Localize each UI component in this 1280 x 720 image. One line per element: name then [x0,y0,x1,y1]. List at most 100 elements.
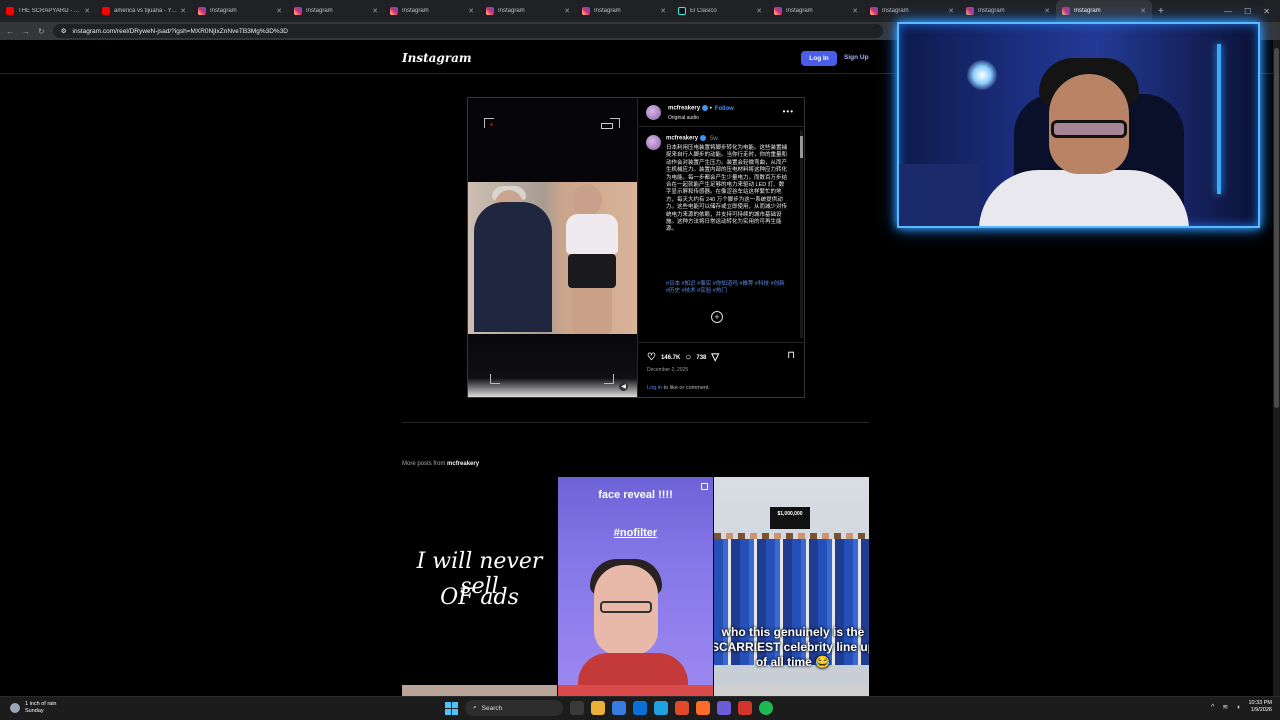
caption-author: mcfreakery 5w [666,135,718,142]
spotify-icon[interactable] [759,701,773,715]
post-thumbnail[interactable] [714,685,869,696]
close-tab-icon[interactable]: ✕ [180,7,186,15]
audio-label[interactable]: Original audio [668,115,699,121]
window-controls: — ☐ ✕ [1224,0,1280,22]
app-icon[interactable] [738,701,752,715]
thumbnail-text: OF ads [440,585,519,610]
browser-tab[interactable]: Instagram ✕ [864,0,960,22]
close-tab-icon[interactable]: ✕ [564,7,570,15]
firefox-icon[interactable] [696,701,710,715]
reload-icon[interactable]: ↻ [38,27,45,36]
viewfinder-corner [484,118,494,128]
post-thumbnail[interactable] [402,685,557,696]
screen: THE SCRAPYARD - YouTube✕ america vs tiju… [0,0,1280,720]
task-view-icon[interactable] [570,701,584,715]
instagram-icon [582,7,590,15]
file-explorer-icon[interactable] [591,701,605,715]
maximize-icon[interactable]: ☐ [1244,7,1251,16]
close-tab-icon[interactable]: ✕ [948,7,954,15]
caption-scrollbar[interactable] [800,130,803,338]
discord-icon[interactable] [717,701,731,715]
browser-tab[interactable]: Instagram ✕ [768,0,864,22]
caption-area: mcfreakery 5w 日本利用压电装置将脚步转化为电能。这些装置捕捉来自行人… [646,135,796,301]
close-tab-icon[interactable]: ✕ [84,7,90,15]
url-field[interactable]: ⚙ instagram.com/reel/DRyweN-jsad/?igsh=M… [52,24,883,38]
thumbnail-text: face reveal !!!! [598,489,673,501]
instagram-icon [1062,7,1070,15]
login-button[interactable]: Log In [801,51,837,66]
browser-tab[interactable]: El Clasico ✕ [672,0,768,22]
close-tab-icon[interactable]: ✕ [276,7,282,15]
wifi-icon[interactable]: ≋ [1222,703,1228,711]
close-tab-icon[interactable]: ✕ [1044,7,1050,15]
browser-tab[interactable]: Instagram ✕ [384,0,480,22]
load-more-comments-icon[interactable]: + [711,311,723,323]
post-thumbnail[interactable] [558,685,713,696]
instagram-logo[interactable]: Instagram [402,51,472,65]
more-options-icon[interactable]: ••• [783,107,794,116]
windows-start-icon[interactable] [445,701,458,715]
close-tab-icon[interactable]: ✕ [660,7,666,15]
instagram-icon [486,7,494,15]
avatar[interactable] [646,135,661,150]
browser-tab[interactable]: Instagram ✕ [288,0,384,22]
post-thumbnail[interactable]: $1,000,000 who this genuinely is the SCA… [714,477,869,696]
minimize-icon[interactable]: — [1224,7,1232,16]
close-tab-icon[interactable]: ✕ [1140,7,1146,15]
taskbar-apps: ⌕ Search [445,700,773,716]
post-thumbnail[interactable]: face reveal !!!! #nofilter [558,477,713,696]
browser-tab[interactable]: Instagram ✕ [480,0,576,22]
close-tab-icon[interactable]: ✕ [372,7,378,15]
mute-icon[interactable]: ◀ [619,382,628,391]
chrome-icon[interactable] [675,701,689,715]
login-prompt: Log in to like or comment. [647,385,710,391]
close-tab-icon[interactable]: ✕ [468,7,474,15]
taskbar-search[interactable]: ⌕ Search [465,700,563,716]
instagram-icon [774,7,782,15]
verified-badge-icon [700,135,707,141]
browser-tab[interactable]: Instagram ✕ [576,0,672,22]
lamp-light [967,60,997,90]
weather-widget[interactable]: 1 inch of rain Sunday [10,701,57,715]
forward-icon[interactable]: → [22,27,30,36]
like-heart-icon[interactable]: ♡ [647,352,656,363]
store-icon[interactable] [612,701,626,715]
browser-tab[interactable]: america vs tijuana - YouTube✕ [96,0,192,22]
instagram-icon [294,7,302,15]
browser-tab[interactable]: Instagram ✕ [192,0,288,22]
windows-taskbar: 1 inch of rain Sunday ⌕ Search ^ ≋ ◖ 10:33… [0,696,1280,720]
close-tab-icon[interactable]: ✕ [756,7,762,15]
multi-photo-icon [701,483,708,490]
post-thumbnail[interactable]: I will never sell OF ads [402,477,557,696]
page-scrollbar[interactable] [1273,40,1280,696]
new-tab-button[interactable]: + [1152,6,1170,17]
hashtags[interactable]: #日本 #知识 #事实 #你知道吗 #推荐 #科技 #创新 #历史 #技术 #实… [666,281,788,296]
site-info-icon[interactable]: ⚙ [61,27,67,35]
viewfinder-corner [490,374,500,384]
bookmark-icon[interactable]: ⊓ [787,350,795,361]
verified-badge-icon [702,105,709,111]
close-tab-icon[interactable]: ✕ [852,7,858,15]
tray-expand-icon[interactable]: ^ [1211,704,1214,711]
avatar[interactable] [646,105,661,120]
reel-post: ● ◀ mcfreakery • Follow Original audio ••… [467,97,805,398]
volume-icon[interactable]: ◖ [1236,704,1240,711]
follow-button[interactable]: Follow [715,106,734,112]
edge-icon[interactable] [654,701,668,715]
reel-video[interactable]: ● ◀ [468,98,637,397]
browser-tab[interactable]: Instagram ✕ [960,0,1056,22]
more-posts-user-link[interactable]: mcfreakery [447,461,479,467]
close-window-icon[interactable]: ✕ [1263,7,1270,16]
browser-tab-active[interactable]: Instagram ✕ [1056,0,1152,22]
comment-icon[interactable]: ○ [685,352,691,363]
mail-icon[interactable] [633,701,647,715]
login-link[interactable]: Log in [647,385,662,391]
browser-tab[interactable]: THE SCRAPYARD - YouTube✕ [0,0,96,22]
share-icon[interactable]: ▽ [711,352,719,363]
signup-link[interactable]: Sign Up [844,54,869,61]
back-icon[interactable]: ← [6,27,14,36]
thumbnail-sign: $1,000,000 [770,507,810,529]
thumbnail-text: #nofilter [613,527,658,539]
post-author: mcfreakery • Follow [668,105,734,112]
clock[interactable]: 10:33 PM 1/9/2026 [1248,700,1272,714]
